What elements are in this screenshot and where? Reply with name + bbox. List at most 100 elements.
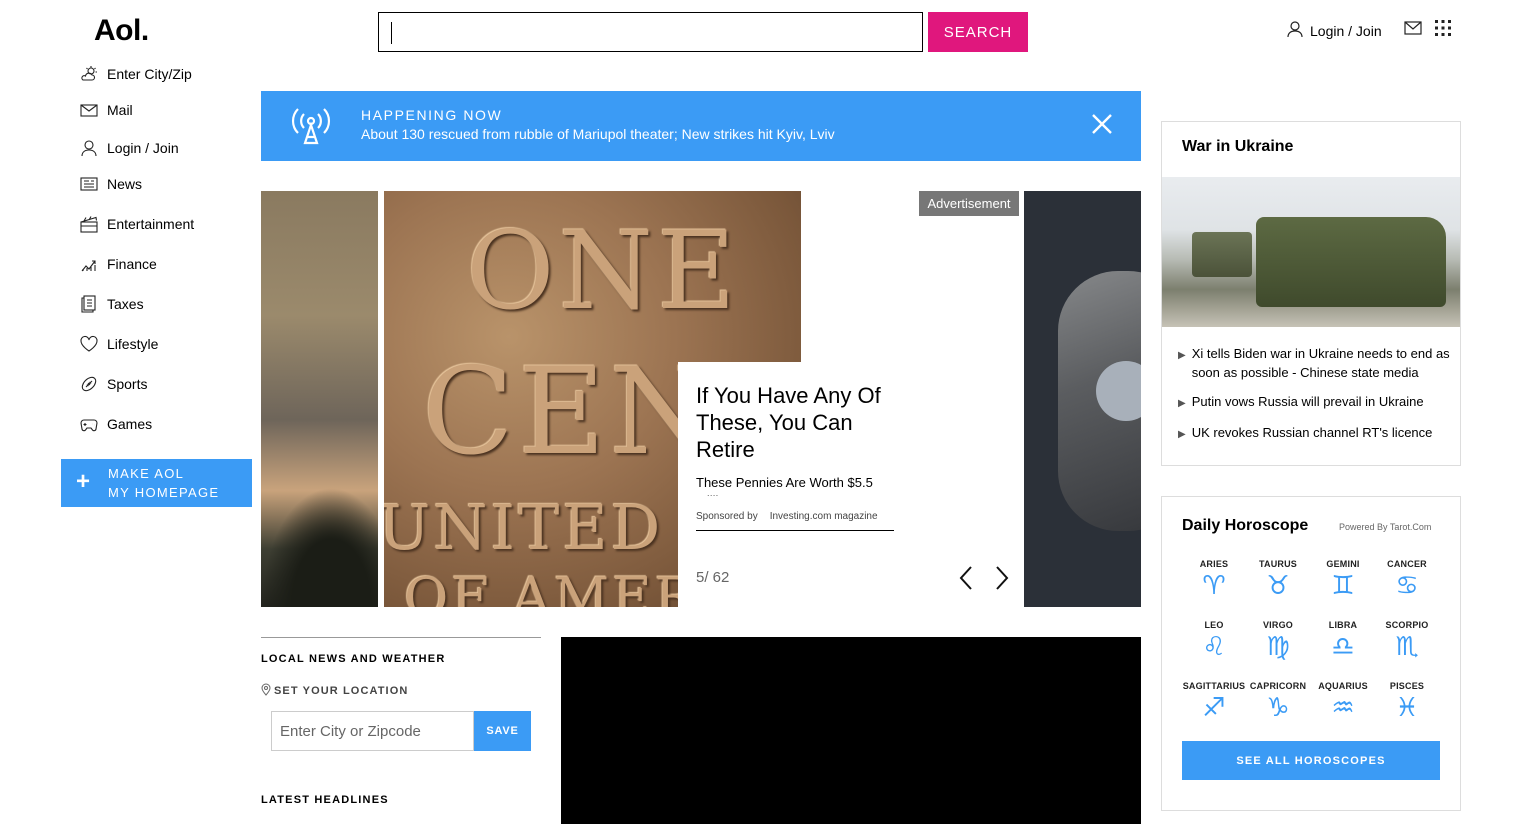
- happening-now-banner[interactable]: HAPPENING NOW About 130 rescued from rub…: [261, 91, 1141, 161]
- sidebar-item-news[interactable]: News: [80, 175, 142, 193]
- triangle-bullet-icon: ▶: [1178, 398, 1186, 409]
- header-login-link[interactable]: Login / Join: [1286, 20, 1382, 41]
- broadcast-icon: [285, 105, 337, 152]
- triangle-bullet-icon: ▶: [1178, 350, 1186, 361]
- sidebar-item-sports[interactable]: Sports: [80, 375, 147, 393]
- set-location-label: SET YOUR LOCATION: [274, 685, 409, 697]
- sign-libra[interactable]: LIBRA ♎: [1311, 620, 1375, 664]
- search-button[interactable]: SEARCH: [928, 12, 1028, 52]
- slide-counter: 5/ 62: [696, 569, 730, 586]
- sign-leo[interactable]: LEO ♌: [1182, 620, 1246, 664]
- sign-pisces[interactable]: PISCES ♓: [1375, 681, 1439, 725]
- sidebar-item-taxes[interactable]: Taxes: [80, 295, 144, 313]
- sidebar-item-finance[interactable]: Finance: [80, 255, 157, 273]
- sign-name: VIRGO: [1262, 620, 1293, 630]
- sign-scorpio[interactable]: SCORPIO ♏: [1375, 620, 1439, 664]
- sidebar-item-label: Enter City/Zip: [107, 66, 192, 82]
- sign-name: AQUARIUS: [1318, 681, 1368, 691]
- news-icon: [80, 175, 98, 193]
- make-homepage-button[interactable]: + MAKE AOL MY HOMEPAGE: [61, 459, 252, 507]
- sidebar-item-weather[interactable]: Enter City/Zip: [80, 65, 192, 83]
- gamepad-icon: [80, 415, 98, 433]
- taurus-icon: ♉: [1266, 571, 1290, 601]
- chevron-left-icon[interactable]: [958, 565, 974, 596]
- sign-virgo[interactable]: VIRGO ♍: [1246, 620, 1310, 664]
- sign-capricorn[interactable]: CAPRICORN ♑: [1246, 681, 1310, 725]
- chevron-right-icon[interactable]: [994, 565, 1010, 596]
- video-player[interactable]: [561, 637, 1141, 824]
- war-headline-text: Xi tells Biden war in Ukraine needs to e…: [1191, 346, 1450, 380]
- sidebar-item-label: Finance: [107, 256, 157, 272]
- sign-taurus[interactable]: TAURUS ♉: [1246, 559, 1310, 603]
- sign-name: SCORPIO: [1385, 620, 1429, 630]
- football-icon: [80, 375, 98, 393]
- search-input[interactable]: [378, 12, 923, 52]
- weather-icon: [80, 65, 98, 83]
- horoscope-powered-by[interactable]: Powered By Tarot.Com: [1339, 522, 1431, 532]
- sign-name: TAURUS: [1258, 559, 1298, 569]
- sidebar-item-label: Entertainment: [107, 216, 195, 232]
- featured-carousel: ONE CEN UNITED ST OF AMER If You Have An…: [261, 191, 1141, 607]
- virgo-icon: ♍: [1266, 632, 1290, 662]
- sign-aries[interactable]: ARIES ♈: [1182, 559, 1246, 603]
- sidebar-item-login[interactable]: Login / Join: [80, 139, 179, 157]
- sidebar-item-label: Taxes: [107, 296, 144, 312]
- scorpio-icon: ♏: [1395, 632, 1419, 662]
- sign-name: CANCER: [1387, 559, 1427, 569]
- pisces-icon: ♓: [1395, 693, 1419, 723]
- heart-icon: [80, 335, 98, 353]
- war-headline-text: Putin vows Russia will prevail in Ukrain…: [1191, 394, 1424, 409]
- aquarius-icon: ♒: [1331, 693, 1355, 723]
- chart-icon: [80, 255, 98, 273]
- sign-name: ARIES: [1199, 559, 1229, 569]
- sidebar-item-mail[interactable]: Mail: [80, 101, 133, 119]
- capricorn-icon: ♑: [1266, 693, 1290, 723]
- sidebar-item-entertainment[interactable]: Entertainment: [80, 215, 194, 233]
- apps-grid-icon[interactable]: [1434, 19, 1452, 42]
- advertisement-label: Advertisement: [919, 191, 1019, 216]
- header-login-label: Login / Join: [1310, 22, 1382, 39]
- close-icon[interactable]: [1091, 113, 1113, 140]
- banner-kicker: HAPPENING NOW: [361, 107, 503, 123]
- war-headline[interactable]: ▶ UK revokes Russian channel RT's licence: [1178, 423, 1450, 444]
- set-location-link[interactable]: SET YOUR LOCATION: [261, 683, 408, 699]
- sign-cancer[interactable]: CANCER ♋: [1375, 559, 1439, 603]
- see-all-horoscopes-button[interactable]: SEE ALL HOROSCOPES: [1182, 741, 1440, 780]
- mail-icon[interactable]: [1404, 20, 1422, 41]
- sidebar-item-label: Mail: [107, 102, 133, 118]
- coin-word: ONE: [466, 209, 740, 334]
- latest-headlines-title: LATEST HEADLINES: [261, 794, 389, 806]
- war-module-title[interactable]: War in Ukraine: [1182, 138, 1293, 156]
- war-headline[interactable]: ▶ Xi tells Biden war in Ukraine needs to …: [1178, 344, 1450, 382]
- horoscope-title: Daily Horoscope: [1182, 517, 1309, 534]
- sidebar-item-label: News: [107, 176, 143, 192]
- sign-sagittarius[interactable]: SAGITTARIUS ♐: [1182, 681, 1246, 725]
- sign-name: CAPRICORN: [1249, 681, 1307, 691]
- tank-image[interactable]: [1162, 177, 1460, 327]
- ad-title[interactable]: If You Have Any Of These, You Can Retire: [696, 382, 911, 463]
- aol-logo[interactable]: Aol.: [94, 14, 149, 48]
- zipcode-input[interactable]: Enter City or Zipcode: [271, 711, 474, 751]
- leo-icon: ♌: [1202, 632, 1226, 662]
- triangle-bullet-icon: ▶: [1178, 429, 1186, 440]
- slide-image-next[interactable]: [1024, 191, 1141, 607]
- sign-aquarius[interactable]: AQUARIUS ♒: [1311, 681, 1375, 725]
- save-button[interactable]: SAVE: [474, 711, 531, 751]
- sidebar-item-label: Games: [107, 416, 153, 432]
- text-caret: [391, 22, 392, 44]
- slide-image-prev[interactable]: [261, 191, 378, 607]
- sign-gemini[interactable]: GEMINI ♊: [1311, 559, 1375, 603]
- daily-horoscope-module: Daily Horoscope Powered By Tarot.Com ARI…: [1161, 496, 1461, 811]
- ad-sponsor-line: Sponsored by Investing.com magazine: [696, 511, 894, 531]
- sign-name: SAGITTARIUS: [1182, 681, 1246, 691]
- sidebar-item-label: Login / Join: [107, 140, 179, 156]
- sidebar-item-games[interactable]: Games: [80, 415, 152, 433]
- sponsor-name[interactable]: Investing.com magazine: [770, 511, 878, 522]
- banner-headline[interactable]: About 130 rescued from rubble of Mariupo…: [361, 126, 835, 142]
- sidebar-item-lifestyle[interactable]: Lifestyle: [80, 335, 158, 353]
- cancer-icon: ♋: [1395, 571, 1419, 601]
- war-headline[interactable]: ▶ Putin vows Russia will prevail in Ukrai…: [1178, 392, 1450, 413]
- war-headline-text: UK revokes Russian channel RT's licence: [1191, 425, 1433, 440]
- sidebar-item-label: Sports: [107, 376, 148, 392]
- aries-icon: ♈: [1202, 571, 1226, 601]
